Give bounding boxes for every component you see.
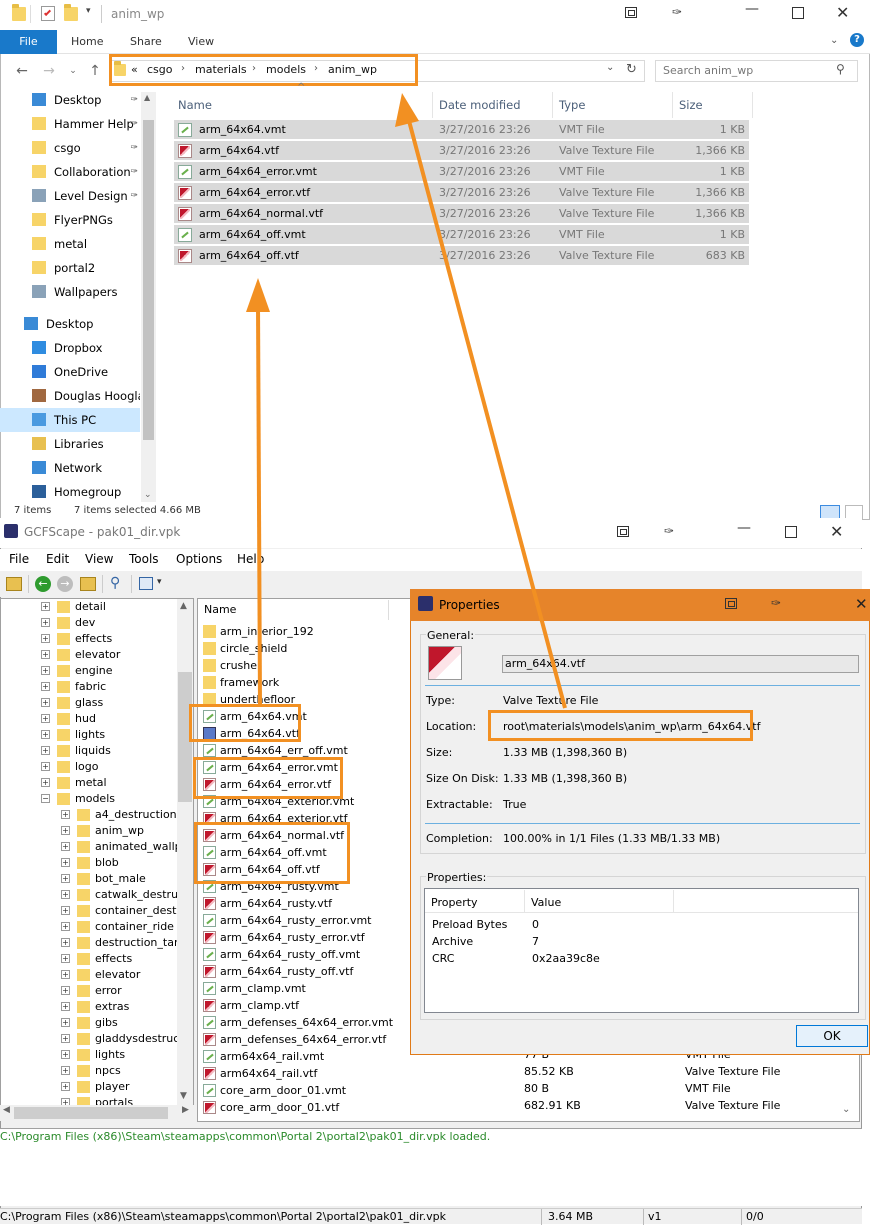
- annotation-arrows: [246, 93, 567, 709]
- arrow-to-explorer-files: [246, 278, 270, 707]
- arrow-to-address-bar: [395, 93, 567, 709]
